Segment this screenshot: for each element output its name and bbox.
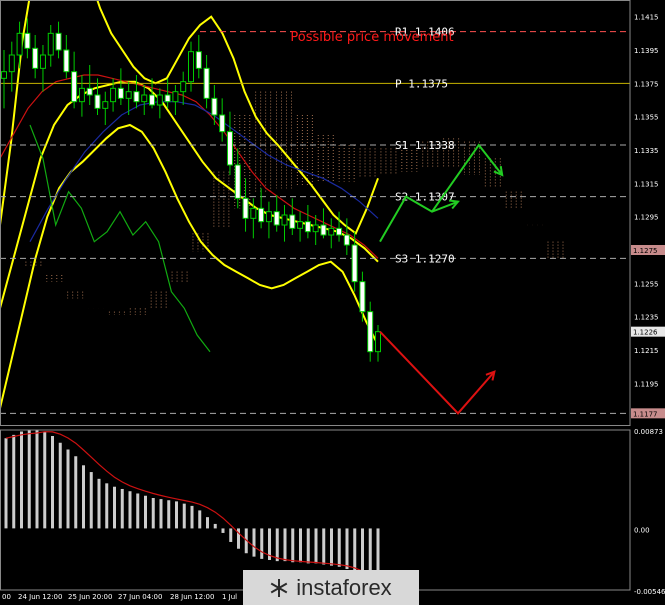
candle-body: [125, 91, 132, 99]
price-tick-label: 1.1195: [634, 380, 659, 388]
candle-body: [71, 71, 78, 103]
candle-body: [141, 94, 148, 103]
time-tick-label: 27 Jun 04:00: [118, 593, 162, 601]
osc-tick-label: 0.00: [634, 526, 650, 534]
price-tick-label: 1.1415: [634, 14, 659, 22]
candle-body: [180, 81, 187, 93]
osc-tick-label: -0.00546: [634, 588, 665, 596]
candle-body: [63, 49, 70, 73]
osc-tick-label: 0.00873: [634, 428, 663, 436]
candle-body: [258, 207, 265, 223]
price-tick-label: 1.1335: [634, 147, 659, 155]
price-tick-label: 1.1215: [634, 347, 659, 355]
candle-body: [343, 234, 350, 246]
time-tick-label: 24 Jun 12:00: [18, 593, 62, 601]
candle-body: [351, 244, 358, 283]
level-label: S3 1.1270: [395, 252, 455, 265]
candle-body: [281, 214, 288, 226]
candle-body: [367, 311, 374, 353]
candle-body: [375, 331, 381, 353]
price-tick-label: 1.1375: [634, 80, 659, 88]
candle-body: [203, 67, 210, 99]
price-highlight-label: 1.1177: [633, 410, 658, 418]
candle-body: [304, 221, 311, 233]
price-tick-label: 1.1355: [634, 114, 659, 122]
candle-body: [336, 227, 343, 236]
time-tick-label: 28 Jun 12:00: [170, 593, 214, 601]
candle-body: [32, 47, 39, 69]
time-tick-label: 25 Jun 20:00: [68, 593, 112, 601]
candle-body: [250, 207, 257, 219]
candle-body: [55, 32, 62, 51]
candle-body: [102, 101, 109, 109]
price-tick-label: 1.1395: [634, 47, 659, 55]
instaforex-watermark: instaforex: [243, 570, 419, 605]
candle-body: [1, 71, 7, 79]
candle-body: [149, 94, 156, 106]
candle-body: [234, 164, 241, 199]
price-highlight-label: 1.1226: [633, 329, 658, 337]
price-tick-label: 1.1295: [634, 214, 659, 222]
candle-body: [226, 131, 233, 166]
candle-body: [188, 51, 194, 83]
candle-body: [8, 54, 15, 73]
time-tick-label: 00: [2, 593, 11, 601]
chart-title: Possible price movement: [290, 30, 453, 45]
instaforex-logo-icon: [270, 578, 288, 597]
candle-body: [312, 224, 319, 233]
candle-body: [78, 87, 85, 103]
candle-body: [195, 51, 202, 69]
price-highlight-label: 1.1275: [633, 247, 658, 255]
candle-body: [86, 87, 93, 96]
candle-body: [211, 97, 218, 116]
candle-body: [117, 87, 124, 99]
candle-body: [273, 211, 280, 226]
price-chart: R1 1.1406P 1.1375S1 1.1338S2 1.1307S3 1.…: [0, 0, 665, 605]
level-label: S1 1.1338: [395, 139, 455, 152]
time-tick-label: 1 Jul: [222, 593, 237, 601]
candle-body: [320, 224, 327, 236]
candle-body: [110, 87, 117, 103]
candle-body: [172, 91, 179, 103]
candle-body: [359, 281, 366, 313]
candle-body: [133, 91, 140, 103]
candle-body: [219, 114, 226, 133]
candle-body: [164, 94, 171, 103]
candle-body: [47, 32, 54, 56]
level-label: P 1.1375: [395, 77, 448, 90]
candle-body: [94, 94, 101, 109]
candle-body: [156, 94, 163, 106]
price-tick-label: 1.1235: [634, 314, 659, 322]
candle-body: [265, 211, 272, 223]
candle-body: [24, 32, 31, 49]
candle-body: [289, 214, 296, 229]
candle-body: [242, 197, 249, 219]
candle-body: [297, 221, 304, 229]
brand-name: instaforex: [296, 574, 392, 600]
candle-body: [16, 32, 23, 56]
price-tick-label: 1.1255: [634, 280, 659, 288]
candle-body: [328, 227, 335, 236]
price-tick-label: 1.1315: [634, 180, 659, 188]
candle-body: [39, 54, 46, 69]
